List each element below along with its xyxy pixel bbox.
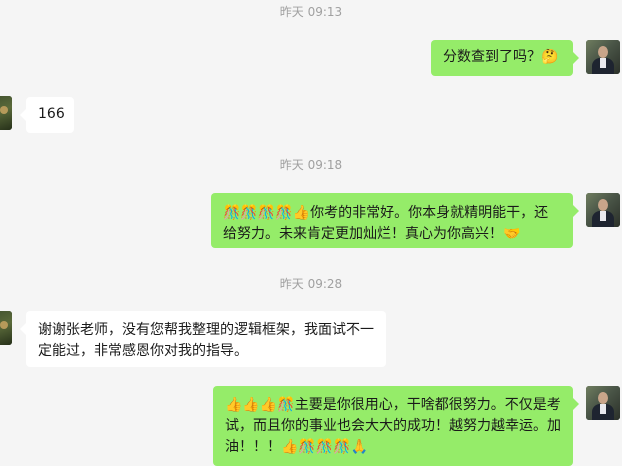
contact-avatar[interactable] bbox=[0, 311, 12, 345]
received-message-bubble[interactable]: 谢谢张老师，没有您帮我整理的逻辑框架，我面试不一定能过，非常感恩你对我的指导。 bbox=[20, 311, 386, 367]
sent-message-bubble[interactable]: 🎊🎊🎊🎊👍你考的非常好。你本身就精明能干，还给努力。未来肯定更加灿烂！真心为你高… bbox=[211, 193, 579, 248]
timestamp: 昨天 09:28 bbox=[279, 277, 343, 291]
my-avatar[interactable] bbox=[586, 386, 620, 420]
timestamp: 昨天 09:13 bbox=[279, 5, 343, 19]
timestamp: 昨天 09:18 bbox=[279, 158, 343, 172]
received-message-bubble[interactable]: 166 bbox=[20, 97, 74, 133]
sent-message-bubble[interactable]: 分数查到了吗？🤔 bbox=[431, 40, 579, 76]
my-avatar[interactable] bbox=[586, 40, 620, 74]
contact-avatar[interactable] bbox=[0, 96, 12, 130]
my-avatar[interactable] bbox=[586, 193, 620, 227]
sent-message-bubble[interactable]: 👍👍👍🎊主要是你很用心，干啥都很努力。不仅是考试，而且你的事业也会大大的成功！越… bbox=[213, 386, 579, 466]
